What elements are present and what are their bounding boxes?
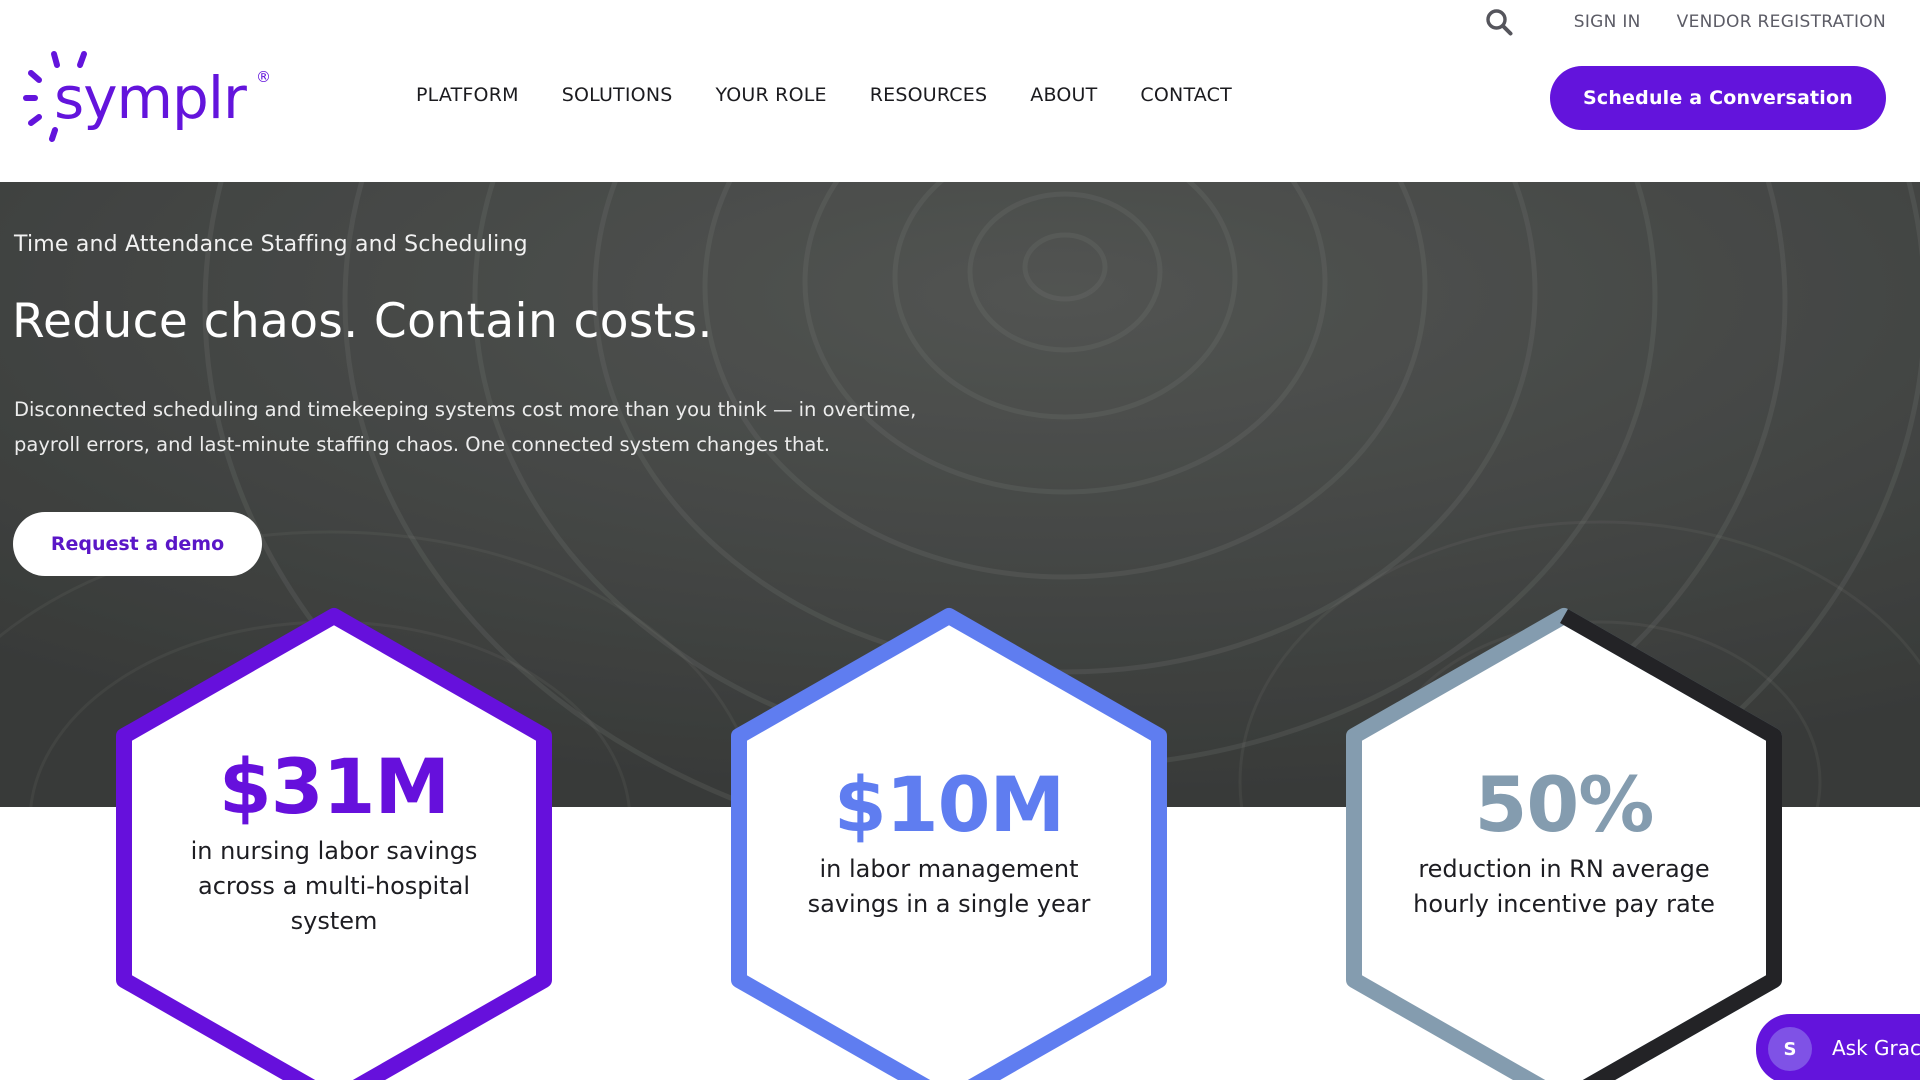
stat-card-incentive-reduction: 50% reduction in RN average hourly incen…	[1344, 608, 1784, 1080]
stat-value: $31M	[218, 742, 450, 831]
stat-label: in labor management savings in a single …	[807, 855, 1091, 918]
search-icon[interactable]	[1484, 7, 1514, 37]
hero-title: Reduce chaos. Contain costs.	[12, 294, 713, 349]
symplr-logo[interactable]: symplr ®	[18, 46, 278, 146]
schedule-conversation-button[interactable]: Schedule a Conversation	[1550, 66, 1886, 130]
stat-value: 50%	[1474, 760, 1655, 849]
logo-wordmark: symplr	[54, 64, 247, 132]
ask-grace-chat-button[interactable]: S Ask Grac	[1756, 1014, 1920, 1080]
nav-item-solutions[interactable]: SOLUTIONS	[562, 84, 673, 106]
nav-item-about[interactable]: ABOUT	[1030, 84, 1097, 106]
hero-description: Disconnected scheduling and timekeeping …	[14, 398, 917, 456]
utility-nav: SIGN IN VENDOR REGISTRATION	[1484, 8, 1886, 36]
registered-mark: ®	[256, 68, 271, 86]
stat-label: reduction in RN average hourly incentive…	[1413, 855, 1715, 918]
request-demo-button[interactable]: Request a demo	[13, 512, 262, 576]
sign-in-link[interactable]: SIGN IN	[1574, 12, 1641, 32]
stat-card-labor-savings: $10M in labor management savings in a si…	[729, 608, 1169, 1080]
stat-label: in nursing labor savings across a multi-…	[190, 837, 478, 935]
site-header: symplr ® SIGN IN VENDOR REGISTRATION PLA…	[0, 0, 1920, 182]
chat-avatar-icon: S	[1768, 1027, 1812, 1071]
nav-item-your-role[interactable]: YOUR ROLE	[716, 84, 827, 106]
nav-item-resources[interactable]: RESOURCES	[870, 84, 988, 106]
stat-card-nursing-savings: $31M in nursing labor savings across a m…	[114, 608, 554, 1080]
main-nav: PLATFORM SOLUTIONS YOUR ROLE RESOURCES A…	[416, 84, 1275, 106]
nav-item-platform[interactable]: PLATFORM	[416, 84, 519, 106]
vendor-registration-link[interactable]: VENDOR REGISTRATION	[1677, 12, 1886, 32]
stat-value: $10M	[833, 760, 1065, 849]
chat-avatar-letter: S	[1783, 1038, 1797, 1060]
hero-eyebrow: Time and Attendance Staffing and Schedul…	[14, 232, 528, 257]
chat-label: Ask Grac	[1832, 1036, 1920, 1060]
nav-item-contact[interactable]: CONTACT	[1140, 84, 1232, 106]
